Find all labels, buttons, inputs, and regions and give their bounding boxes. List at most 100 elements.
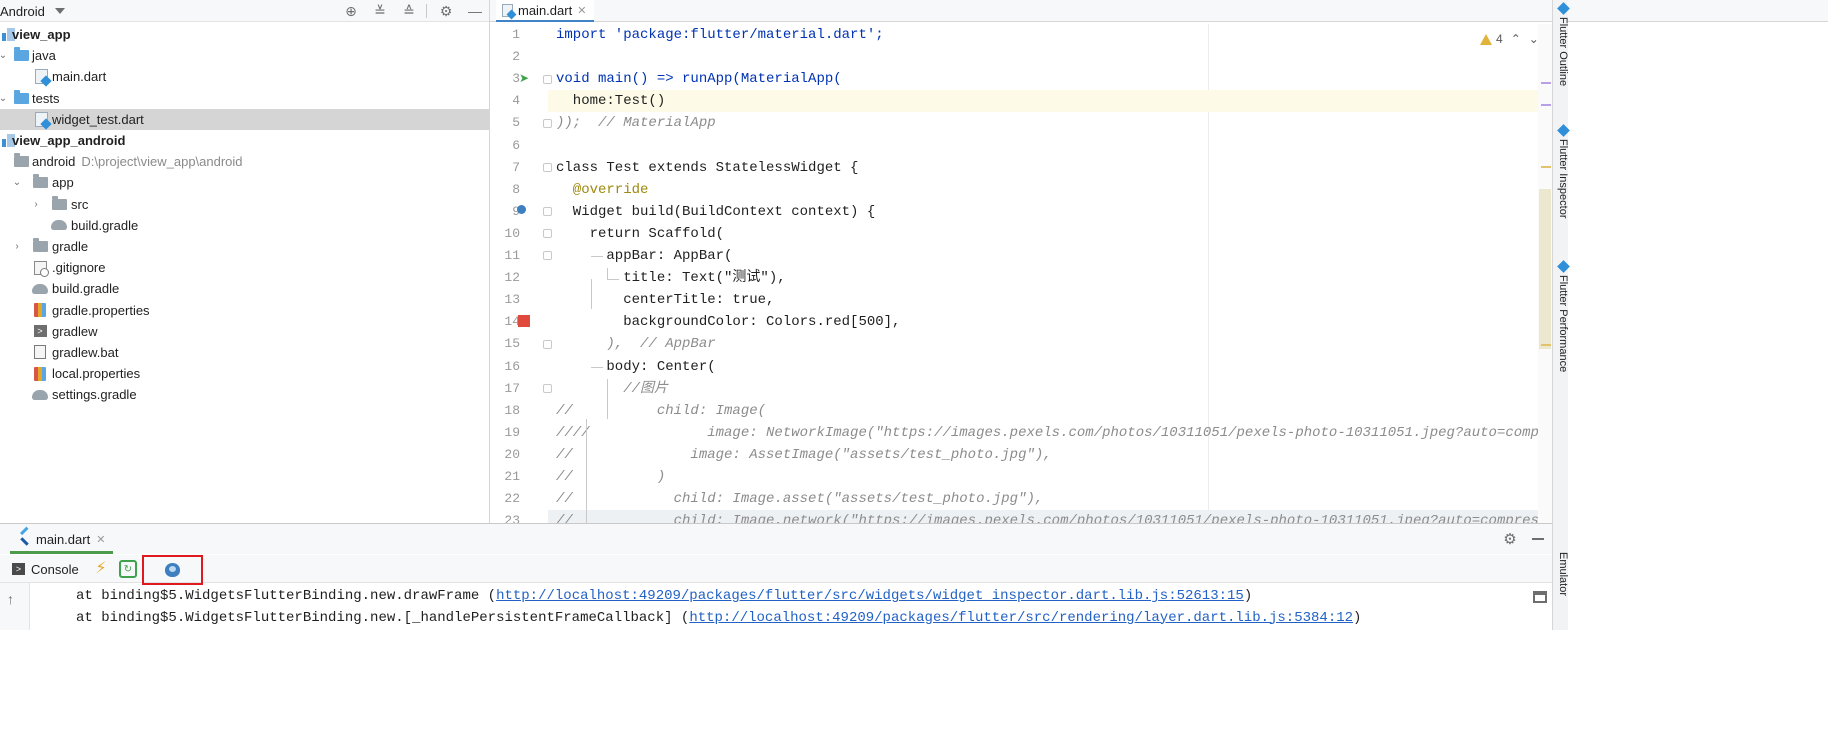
gradle-icon <box>32 388 48 402</box>
scroll-marker <box>1541 166 1551 168</box>
chevron-down-icon[interactable]: ⌄ <box>12 177 22 188</box>
tree-item-settings-gradle[interactable]: settings.gradle <box>0 384 489 405</box>
chevron-right-icon[interactable]: › <box>31 199 41 210</box>
open-devtools-button[interactable] <box>142 555 203 585</box>
code-line: centerTitle: true, <box>548 289 1538 311</box>
line-number: 22 <box>504 491 520 507</box>
color-swatch-icon[interactable] <box>518 315 530 327</box>
code-line: // ) <box>548 466 1538 488</box>
line-number: 20 <box>504 446 520 462</box>
gear-icon[interactable]: ⚙ <box>437 2 455 20</box>
gradle-icon <box>51 218 67 232</box>
dart-file-icon <box>502 3 513 17</box>
tree-item-src[interactable]: › src <box>0 194 489 215</box>
code-line-text: Widget build(BuildContext context) { <box>556 203 876 220</box>
tree-item-app-build-gradle[interactable]: build.gradle <box>0 215 489 236</box>
flutter-inspector-tool-button[interactable]: Flutter Inspector <box>1555 124 1570 218</box>
collapse-all-icon[interactable]: ≙ <box>400 2 418 20</box>
folder-icon <box>51 195 67 211</box>
tree-item-gradlew-bat[interactable]: gradlew.bat <box>0 342 489 363</box>
line-number: 14 <box>504 314 520 330</box>
tree-item-tests[interactable]: ⌄ tests <box>0 88 489 109</box>
run-tab-bar: main.dart ✕ ⚙ <box>0 524 1552 554</box>
tree-item-android[interactable]: android D:\project\view_app\android <box>0 151 489 172</box>
minimize-icon[interactable] <box>1532 538 1544 540</box>
line-number: 7 <box>512 159 520 175</box>
tree-item-label: build.gradle <box>52 281 120 297</box>
view-selector-dropdown[interactable]: Android <box>0 2 65 20</box>
tree-item-label: android <box>32 154 76 170</box>
tree-item-app[interactable]: ⌄ app <box>0 172 489 193</box>
code-line-text: // image: AssetImage("assets/test_photo.… <box>556 446 1052 463</box>
gitignore-icon <box>32 260 49 277</box>
tree-item-gradle[interactable]: › gradle <box>0 236 489 257</box>
tree-item-main-dart[interactable]: main.dart <box>0 66 489 87</box>
run-tab-main-dart[interactable]: main.dart ✕ <box>10 528 114 554</box>
tree-item-view-app[interactable]: view_app <box>0 24 489 45</box>
run-tool-window: main.dart ✕ ⚙ > Console ⚡ ↻ ↑ at binding… <box>0 523 1552 631</box>
gear-icon[interactable]: ⚙ <box>1502 531 1518 548</box>
tree-item-label: src <box>71 196 89 212</box>
flutter-icon <box>1556 260 1570 273</box>
chevron-up-icon[interactable]: ⌃ <box>1511 32 1521 46</box>
flutter-icon <box>18 533 30 547</box>
emulator-tool-button[interactable]: Emulator <box>1555 552 1569 596</box>
code-editor[interactable]: import 'package:flutter/material.dart'; … <box>548 24 1538 523</box>
expand-all-icon[interactable]: ≚ <box>371 2 389 20</box>
tree-item-gitignore[interactable]: .gitignore <box>0 257 489 278</box>
scroll-up-icon[interactable]: ↑ <box>7 591 14 607</box>
code-line: //// image: NetworkImage("https://images… <box>548 422 1538 444</box>
code-line-current: home:Test() <box>548 90 1538 113</box>
console-tab[interactable]: > Console <box>12 560 79 578</box>
code-line: // child: Image.asset("assets/test_photo… <box>548 488 1538 510</box>
chevron-right-icon[interactable]: › <box>12 241 22 252</box>
chevron-down-icon[interactable]: ⌄ <box>0 50 8 61</box>
tree-item-widget-test-dart[interactable]: widget_test.dart <box>0 108 489 130</box>
hot-reload-button[interactable]: ⚡ <box>92 559 110 577</box>
line-number: 5 <box>512 115 520 131</box>
code-line: ), // AppBar <box>548 333 1538 355</box>
tree-item-local-properties[interactable]: local.properties <box>0 363 489 384</box>
console-link[interactable]: http://localhost:49209/packages/flutter/… <box>689 610 1353 626</box>
properties-icon <box>32 303 48 318</box>
flutter-performance-tool-button[interactable]: Flutter Performance <box>1555 260 1570 372</box>
tab-main-dart[interactable]: main.dart ✕ <box>496 0 595 22</box>
flutter-icon <box>1556 2 1570 15</box>
scrollbar-thumb[interactable] <box>1539 189 1551 349</box>
code-line-text: home:Test() <box>556 93 666 110</box>
tree-item-label: local.properties <box>52 366 141 382</box>
inspection-widget[interactable]: 4 ⌃ ⌄ <box>1480 30 1539 48</box>
close-icon[interactable]: ✕ <box>96 533 105 546</box>
tree-item-build-gradle[interactable]: build.gradle <box>0 278 489 299</box>
line-number: 3 <box>512 71 520 87</box>
override-marker-icon[interactable] <box>517 205 526 214</box>
terminal-icon: > <box>32 324 48 338</box>
blank-area <box>0 630 1845 741</box>
editor-gutter: 1 2 3 4 5 6 7 8 9 10 11 12 13 14 15 16 1… <box>490 24 552 528</box>
hot-restart-button[interactable]: ↻ <box>119 560 137 578</box>
console-output[interactable]: at binding$5.WidgetsFlutterBinding.new.d… <box>76 586 1546 629</box>
console-link[interactable]: http://localhost:49209/packages/flutter/… <box>496 588 1244 604</box>
scroll-marker <box>1541 104 1551 106</box>
run-arrow-icon[interactable]: ➤ <box>519 71 529 85</box>
chevron-down-icon[interactable]: ⌄ <box>0 93 8 104</box>
code-line-text: @override <box>556 181 649 198</box>
tree-item-java[interactable]: ⌄ java <box>0 45 489 66</box>
line-number: 13 <box>504 292 520 308</box>
code-line-text: backgroundColor: Colors.red[500], <box>556 314 901 331</box>
tree-item-gradle-properties[interactable]: gradle.properties <box>0 299 489 320</box>
folder-icon <box>13 47 29 63</box>
flutter-outline-tool-button[interactable]: Flutter Outline <box>1555 2 1570 86</box>
code-line: return Scaffold( <box>548 223 1538 245</box>
hide-panel-icon[interactable]: — <box>466 2 484 20</box>
code-line: void main() => runApp(MaterialApp( <box>548 68 1538 90</box>
editor-scrollbar[interactable] <box>1538 24 1552 523</box>
text-file-icon <box>32 345 48 360</box>
line-number: 1 <box>512 27 520 42</box>
tree-item-view-app-android[interactable]: view_app_android <box>0 130 489 151</box>
tree-item-gradlew[interactable]: > gradlew <box>0 321 489 342</box>
widget-guide-line <box>591 279 592 309</box>
close-icon[interactable]: ✕ <box>577 4 586 17</box>
locate-file-icon[interactable]: ⊕ <box>342 2 360 20</box>
code-line: body: Center( <box>548 356 1538 378</box>
